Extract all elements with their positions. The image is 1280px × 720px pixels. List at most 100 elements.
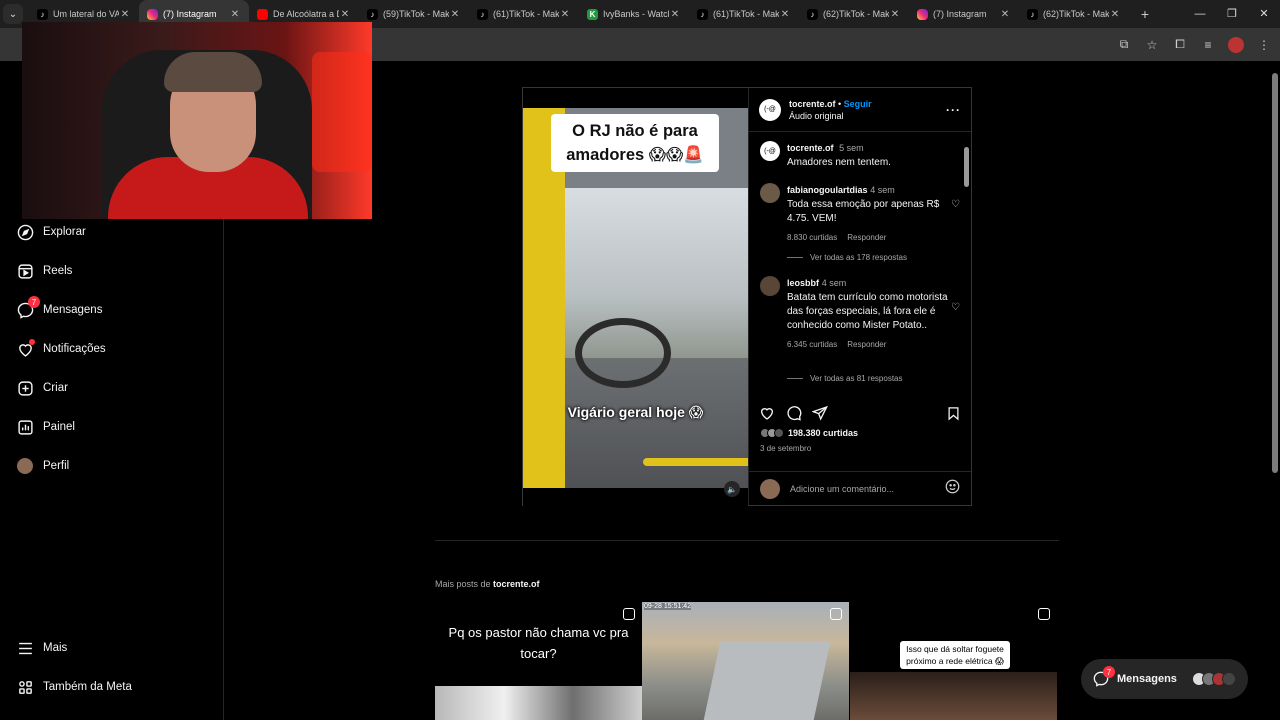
heart-icon[interactable]: ♡ — [951, 199, 960, 210]
close-icon[interactable]: ✕ — [119, 9, 131, 20]
bookmark-star-icon[interactable]: ☆ — [1144, 37, 1160, 53]
sidebar-item-notificacoes[interactable]: Notificações — [16, 337, 106, 361]
comments-list: (-@ tocrente.of 5 sem Amadores nem tente… — [749, 133, 971, 395]
sidebar-item-reels[interactable]: Reels — [16, 259, 72, 283]
comment-item: leosbbf 4 sem Batata tem currículo como … — [760, 276, 960, 352]
view-replies-button[interactable]: Ver todas as 178 respostas — [787, 253, 907, 262]
browser-tab[interactable]: ♪ (62)TikTok - Make ✕ — [1019, 0, 1129, 28]
view-replies-button[interactable]: Ver todas as 81 respostas — [787, 374, 903, 383]
close-icon[interactable]: ✕ — [339, 9, 351, 20]
browser-tab[interactable]: K IvyBanks - Watch ✕ — [579, 0, 689, 28]
avatar[interactable]: (-@ — [760, 141, 780, 161]
audio-label[interactable]: Áudio original — [789, 110, 946, 122]
likes-count[interactable]: 198.380 curtidas — [760, 428, 858, 438]
browser-tab[interactable]: ♪ (61)TikTok - Make ✕ — [469, 0, 579, 28]
sidebar-item-explorar[interactable]: Explorar — [16, 220, 86, 244]
sidebar-item-criar[interactable]: Criar — [16, 376, 68, 400]
menu-icon — [16, 639, 34, 657]
comments-scrollbar[interactable] — [963, 135, 969, 393]
reels-icon — [16, 262, 34, 280]
close-icon[interactable]: ✕ — [229, 9, 241, 20]
instagram-icon — [917, 8, 928, 20]
emoji-icon[interactable] — [945, 479, 960, 499]
section-divider — [435, 540, 1059, 541]
plus-square-icon — [16, 379, 34, 397]
post-modal: O RJ não é para amadores 😱😱🚨 Vigário ger… — [522, 87, 972, 507]
close-icon[interactable]: ✕ — [889, 9, 901, 20]
close-icon[interactable]: ✕ — [1109, 9, 1121, 20]
more-post-thumbnail[interactable]: 09-28 15:51:42 — [642, 602, 849, 720]
save-bookmark-icon[interactable] — [944, 404, 962, 422]
more-post-thumbnail[interactable]: Isso que dá soltar foguete próximo a red… — [850, 602, 1057, 720]
comment-input[interactable]: Adicione um comentário... — [790, 484, 945, 494]
browser-tab[interactable]: (7) Instagram ✕ — [909, 0, 1019, 28]
like-heart-icon[interactable] — [758, 404, 776, 422]
post-header: (-@ tocrente.of • Seguir Áudio original … — [749, 88, 971, 132]
heart-icon[interactable]: ♡ — [951, 302, 960, 313]
cctv-timestamp: 09-28 15:51:42 — [644, 603, 692, 610]
close-icon[interactable]: ✕ — [999, 9, 1011, 20]
meta-grid-icon — [16, 678, 34, 696]
sidebar-item-painel[interactable]: Painel — [16, 415, 75, 439]
toolbar-actions: ⧉ ☆ ⧠ ≡ ⋮ — [1116, 28, 1272, 61]
reel-video[interactable]: O RJ não é para amadores 😱😱🚨 Vigário ger… — [523, 88, 748, 507]
notification-badge: 7 — [1103, 666, 1115, 678]
mute-icon[interactable]: 🔈 — [724, 481, 740, 497]
add-comment-bar: Adicione um comentário... — [749, 471, 971, 505]
tiktok-icon: ♪ — [367, 8, 378, 20]
more-posts-label: Mais posts de tocrente.of — [435, 579, 540, 589]
close-icon[interactable]: ✕ — [559, 9, 571, 20]
browser-tab[interactable]: ♪ (62)TikTok - Make ✕ — [799, 0, 909, 28]
compass-icon — [16, 223, 34, 241]
kebab-menu-icon[interactable]: ⋮ — [1256, 37, 1272, 53]
tab-search-button[interactable]: ⌄ — [3, 4, 23, 24]
reply-button[interactable]: Responder — [847, 340, 886, 349]
reply-button[interactable]: Responder — [847, 233, 886, 242]
profile-avatar[interactable] — [1228, 36, 1244, 53]
page-scrollbar[interactable] — [1270, 61, 1280, 720]
sidebar-item-tambem-da-meta[interactable]: Também da Meta — [16, 675, 132, 699]
video-caption-top: O RJ não é para amadores 😱😱🚨 — [551, 114, 719, 172]
post-date: 3 de setembro — [760, 444, 812, 453]
comment-item: fabianogoulartdias 4 sem Toda essa emoçã… — [760, 183, 960, 245]
new-tab-button[interactable]: + — [1135, 6, 1155, 22]
share-icon[interactable] — [811, 404, 829, 422]
notification-dot — [29, 339, 35, 345]
post-username[interactable]: tocrente.of — [789, 99, 836, 109]
browser-tab[interactable]: ♪ (59)TikTok - Make ✕ — [359, 0, 469, 28]
close-icon[interactable]: ✕ — [449, 9, 461, 20]
avatar[interactable] — [760, 276, 780, 296]
avatar[interactable] — [760, 183, 780, 203]
avatar — [774, 428, 784, 438]
close-icon[interactable]: ✕ — [669, 9, 681, 20]
tiktok-icon: ♪ — [807, 8, 818, 20]
close-icon[interactable]: ✕ — [779, 9, 791, 20]
close-window-icon[interactable]: ✕ — [1248, 0, 1280, 28]
more-options-icon[interactable]: ··· — [946, 103, 961, 117]
media-control-icon[interactable]: ≡ — [1200, 37, 1216, 53]
sidebar-item-mensagens[interactable]: 7 Mensagens — [16, 296, 102, 322]
maximize-icon[interactable]: ❐ — [1216, 0, 1248, 28]
avatar — [760, 478, 780, 499]
messenger-icon: 7 — [16, 296, 40, 319]
dashboard-icon — [16, 418, 34, 436]
messages-pill-button[interactable]: 7 Mensagens — [1081, 659, 1248, 699]
tiktok-icon: ♪ — [37, 8, 48, 20]
tiktok-icon: ♪ — [477, 8, 488, 20]
notification-badge: 7 — [28, 296, 40, 308]
follow-button[interactable]: Seguir — [844, 99, 872, 109]
tiktok-icon: ♪ — [697, 8, 708, 20]
extensions-icon[interactable]: ⧠ — [1172, 37, 1188, 53]
minimize-icon[interactable]: — — [1184, 0, 1216, 28]
browser-tab[interactable]: ♪ (61)TikTok - Make ✕ — [689, 0, 799, 28]
video-caption-mid: Vigário geral hoje 😱 — [567, 404, 704, 420]
sidebar-item-perfil[interactable]: Perfil — [16, 454, 69, 478]
avatar[interactable]: (-@ — [759, 98, 781, 121]
reel-icon — [830, 608, 842, 620]
sidebar-item-mais[interactable]: Mais — [16, 636, 67, 660]
tiktok-icon: ♪ — [1027, 8, 1038, 20]
cast-icon[interactable]: ⧉ — [1116, 37, 1132, 53]
video-frame[interactable]: O RJ não é para amadores 😱😱🚨 Vigário ger… — [523, 108, 748, 488]
more-post-thumbnail[interactable]: Pq os pastor não chama vc pra tocar? — [435, 602, 642, 720]
comment-icon[interactable] — [785, 404, 803, 422]
